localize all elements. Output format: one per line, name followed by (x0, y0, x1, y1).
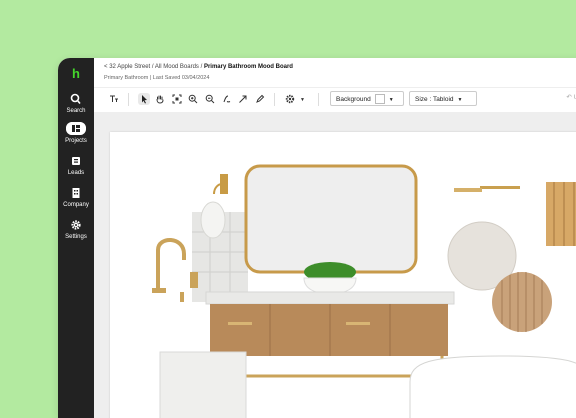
breadcrumb-separator: / (200, 64, 203, 70)
sidebar-item-label: Projects (65, 138, 87, 144)
toolbar-divider (318, 93, 319, 106)
app-window: h Search Projects Leads Company Settings… (58, 58, 576, 418)
pen-tool-icon[interactable] (254, 93, 266, 105)
breadcrumb-separator: / (151, 64, 154, 70)
sidebar-item-label: Company (63, 202, 89, 208)
chevron-down-icon[interactable]: ▼ (300, 97, 305, 103)
sidebar-item-label: Settings (65, 234, 87, 240)
pointer-tool-icon[interactable] (138, 93, 150, 105)
gear-icon (71, 220, 81, 230)
sidebar-item-label: Leads (67, 170, 85, 176)
mood-board-collage (152, 152, 576, 418)
toolbar: ▼ Background▼ Size : Tabloid▼ ↶ Un (94, 88, 576, 112)
breadcrumb-link-address[interactable]: 32 Apple Street (109, 64, 150, 70)
sidebar-item-settings[interactable]: Settings (58, 219, 94, 241)
wall-sconce-image[interactable] (200, 174, 228, 239)
mirror-image[interactable] (244, 164, 418, 274)
arrow-tool-icon[interactable] (237, 93, 249, 105)
toolbar-divider (274, 93, 275, 106)
chevron-down-icon: ▼ (388, 97, 394, 103)
breadcrumb-link-mood-boards[interactable]: All Mood Boards (155, 64, 199, 70)
fit-screen-icon[interactable] (171, 93, 183, 105)
toolbar-divider (128, 93, 129, 106)
faucet-image[interactable] (152, 238, 198, 302)
size-dropdown-label: Size : Tabloid (415, 96, 454, 103)
projects-icon (66, 122, 86, 135)
sidebar-item-projects[interactable]: Projects (58, 122, 94, 145)
background-dropdown-label: Background (336, 96, 371, 103)
floor-marble-image[interactable] (159, 351, 247, 418)
leads-icon (72, 157, 80, 165)
shower-head-image[interactable] (454, 186, 520, 192)
company-icon (72, 188, 80, 198)
breadcrumb: < 32 Apple Street / All Mood Boards / Pr… (104, 64, 293, 70)
hand-tool-icon[interactable] (154, 93, 166, 105)
bathtub-image[interactable] (409, 355, 576, 418)
zoom-out-icon[interactable] (204, 93, 216, 105)
sidebar-item-company[interactable]: Company (58, 187, 94, 209)
back-icon[interactable]: < (104, 64, 108, 70)
mood-board-canvas[interactable] (110, 132, 576, 418)
search-icon (70, 93, 81, 105)
undo-icon: ↶ (566, 94, 572, 101)
canvas-area (94, 112, 576, 418)
houzz-logo[interactable]: h (58, 66, 94, 82)
sidebar-item-label: Search (66, 108, 86, 114)
sidebar-item-search[interactable]: Search (58, 93, 94, 115)
zoom-in-icon[interactable] (187, 93, 199, 105)
sidebar-item-leads[interactable]: Leads (58, 155, 94, 177)
sidebar: h Search Projects Leads Company Settings (58, 58, 94, 418)
size-dropdown[interactable]: Size : Tabloid ▼ (409, 91, 477, 106)
chevron-down-icon: ▼ (457, 97, 463, 103)
page-title: Primary Bathroom Mood Board (203, 64, 293, 70)
page-subtitle: Primary Bathroom | Last Saved 03/04/2024 (104, 75, 210, 81)
background-color-swatch (374, 94, 385, 105)
text-tool-icon[interactable] (108, 93, 120, 105)
wood-slat-swatch-image[interactable] (492, 272, 552, 332)
gear-icon[interactable] (284, 93, 296, 105)
draw-tool-icon[interactable] (221, 93, 233, 105)
moss-bowl-image[interactable] (303, 262, 357, 295)
chandelier-image[interactable] (546, 152, 576, 246)
background-dropdown[interactable]: Background ▼ (330, 91, 404, 106)
undo-button[interactable]: ↶ Un (566, 93, 576, 101)
main-panel: < 32 Apple Street / All Mood Boards / Pr… (94, 58, 576, 418)
